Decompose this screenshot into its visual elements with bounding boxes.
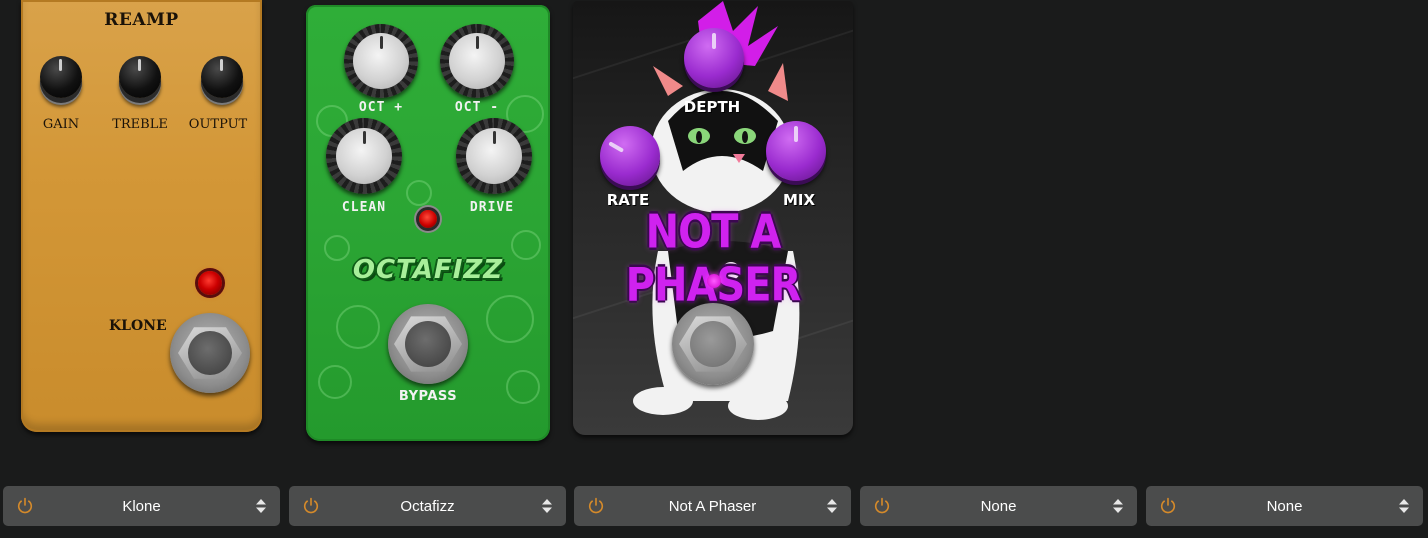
not-a-phaser-pedal: DEPTH RATE MIX NOT A PHASER [573, 1, 853, 435]
gain-label: GAIN [42, 117, 80, 132]
slot-name: Klone [122, 498, 161, 515]
output-label: OUTPUT [188, 117, 248, 132]
slot-1-selector[interactable]: Klone [3, 486, 280, 526]
status-led [198, 271, 222, 295]
oct-minus-label: OCT - [454, 100, 500, 115]
slot-4-selector[interactable]: None [860, 486, 1137, 526]
oct-plus-knob[interactable] [344, 24, 418, 98]
footswitch-cap [405, 321, 451, 367]
drive-label: DRIVE [469, 200, 515, 215]
mix-knob[interactable] [766, 121, 826, 181]
rate-knob[interactable] [600, 126, 660, 186]
footswitch-cap [188, 331, 232, 375]
treble-knob[interactable] [119, 56, 161, 98]
updown-arrows-icon [1399, 499, 1409, 513]
depth-knob[interactable] [684, 28, 744, 88]
bypass-label: BYPASS [398, 389, 458, 404]
output-knob[interactable] [201, 56, 243, 98]
slot-name: Not A Phaser [668, 498, 757, 515]
knob-cap [353, 33, 409, 89]
updown-arrows-icon [827, 499, 837, 513]
knob-cap [449, 33, 505, 89]
status-led [419, 210, 437, 228]
knob-pointer [794, 126, 798, 142]
status-led [707, 274, 721, 288]
bubble-decoration [406, 180, 432, 206]
clean-label: CLEAN [341, 200, 387, 215]
bubble-decoration [486, 295, 534, 343]
slot-5-selector[interactable]: None [1146, 486, 1423, 526]
not-a-phaser-brand: NOT A PHASER [626, 206, 802, 312]
slot-name: None [980, 498, 1017, 515]
oct-plus-label: OCT + [358, 100, 404, 115]
footswitch-button[interactable] [672, 303, 754, 385]
footswitch-cap [690, 321, 736, 367]
oct-minus-knob[interactable] [440, 24, 514, 98]
knob-cap [336, 128, 392, 184]
slot-3-selector[interactable]: Not A Phaser [574, 486, 851, 526]
klone-title: REAMP [104, 10, 179, 30]
updown-arrows-icon [256, 499, 266, 513]
octafizz-pedal: OCT + OCT - CLEAN DRIVE OCTAFIZZ BYPASS [306, 5, 550, 441]
bypass-footswitch-button[interactable] [388, 304, 468, 384]
slot-name: Octafizz [400, 498, 455, 515]
updown-arrows-icon [542, 499, 552, 513]
klone-pedal: REAMP GAIN TREBLE OUTPUT KLONE [21, 0, 262, 432]
footswitch-button[interactable] [170, 313, 250, 393]
octafizz-brand: OCTAFIZZ [352, 255, 504, 285]
clean-knob[interactable] [326, 118, 402, 194]
knob-pointer [712, 33, 716, 49]
slot-2-selector[interactable]: Octafizz [289, 486, 566, 526]
knob-cap [466, 128, 522, 184]
drive-knob[interactable] [456, 118, 532, 194]
knob-pointer [608, 141, 625, 153]
slot-name: None [1266, 498, 1303, 515]
updown-arrows-icon [1113, 499, 1123, 513]
treble-label: TREBLE [112, 117, 168, 132]
gain-knob[interactable] [40, 56, 82, 98]
depth-label: DEPTH [683, 98, 741, 116]
bubble-decoration [336, 305, 380, 349]
klone-brand: KLONE [109, 318, 167, 334]
